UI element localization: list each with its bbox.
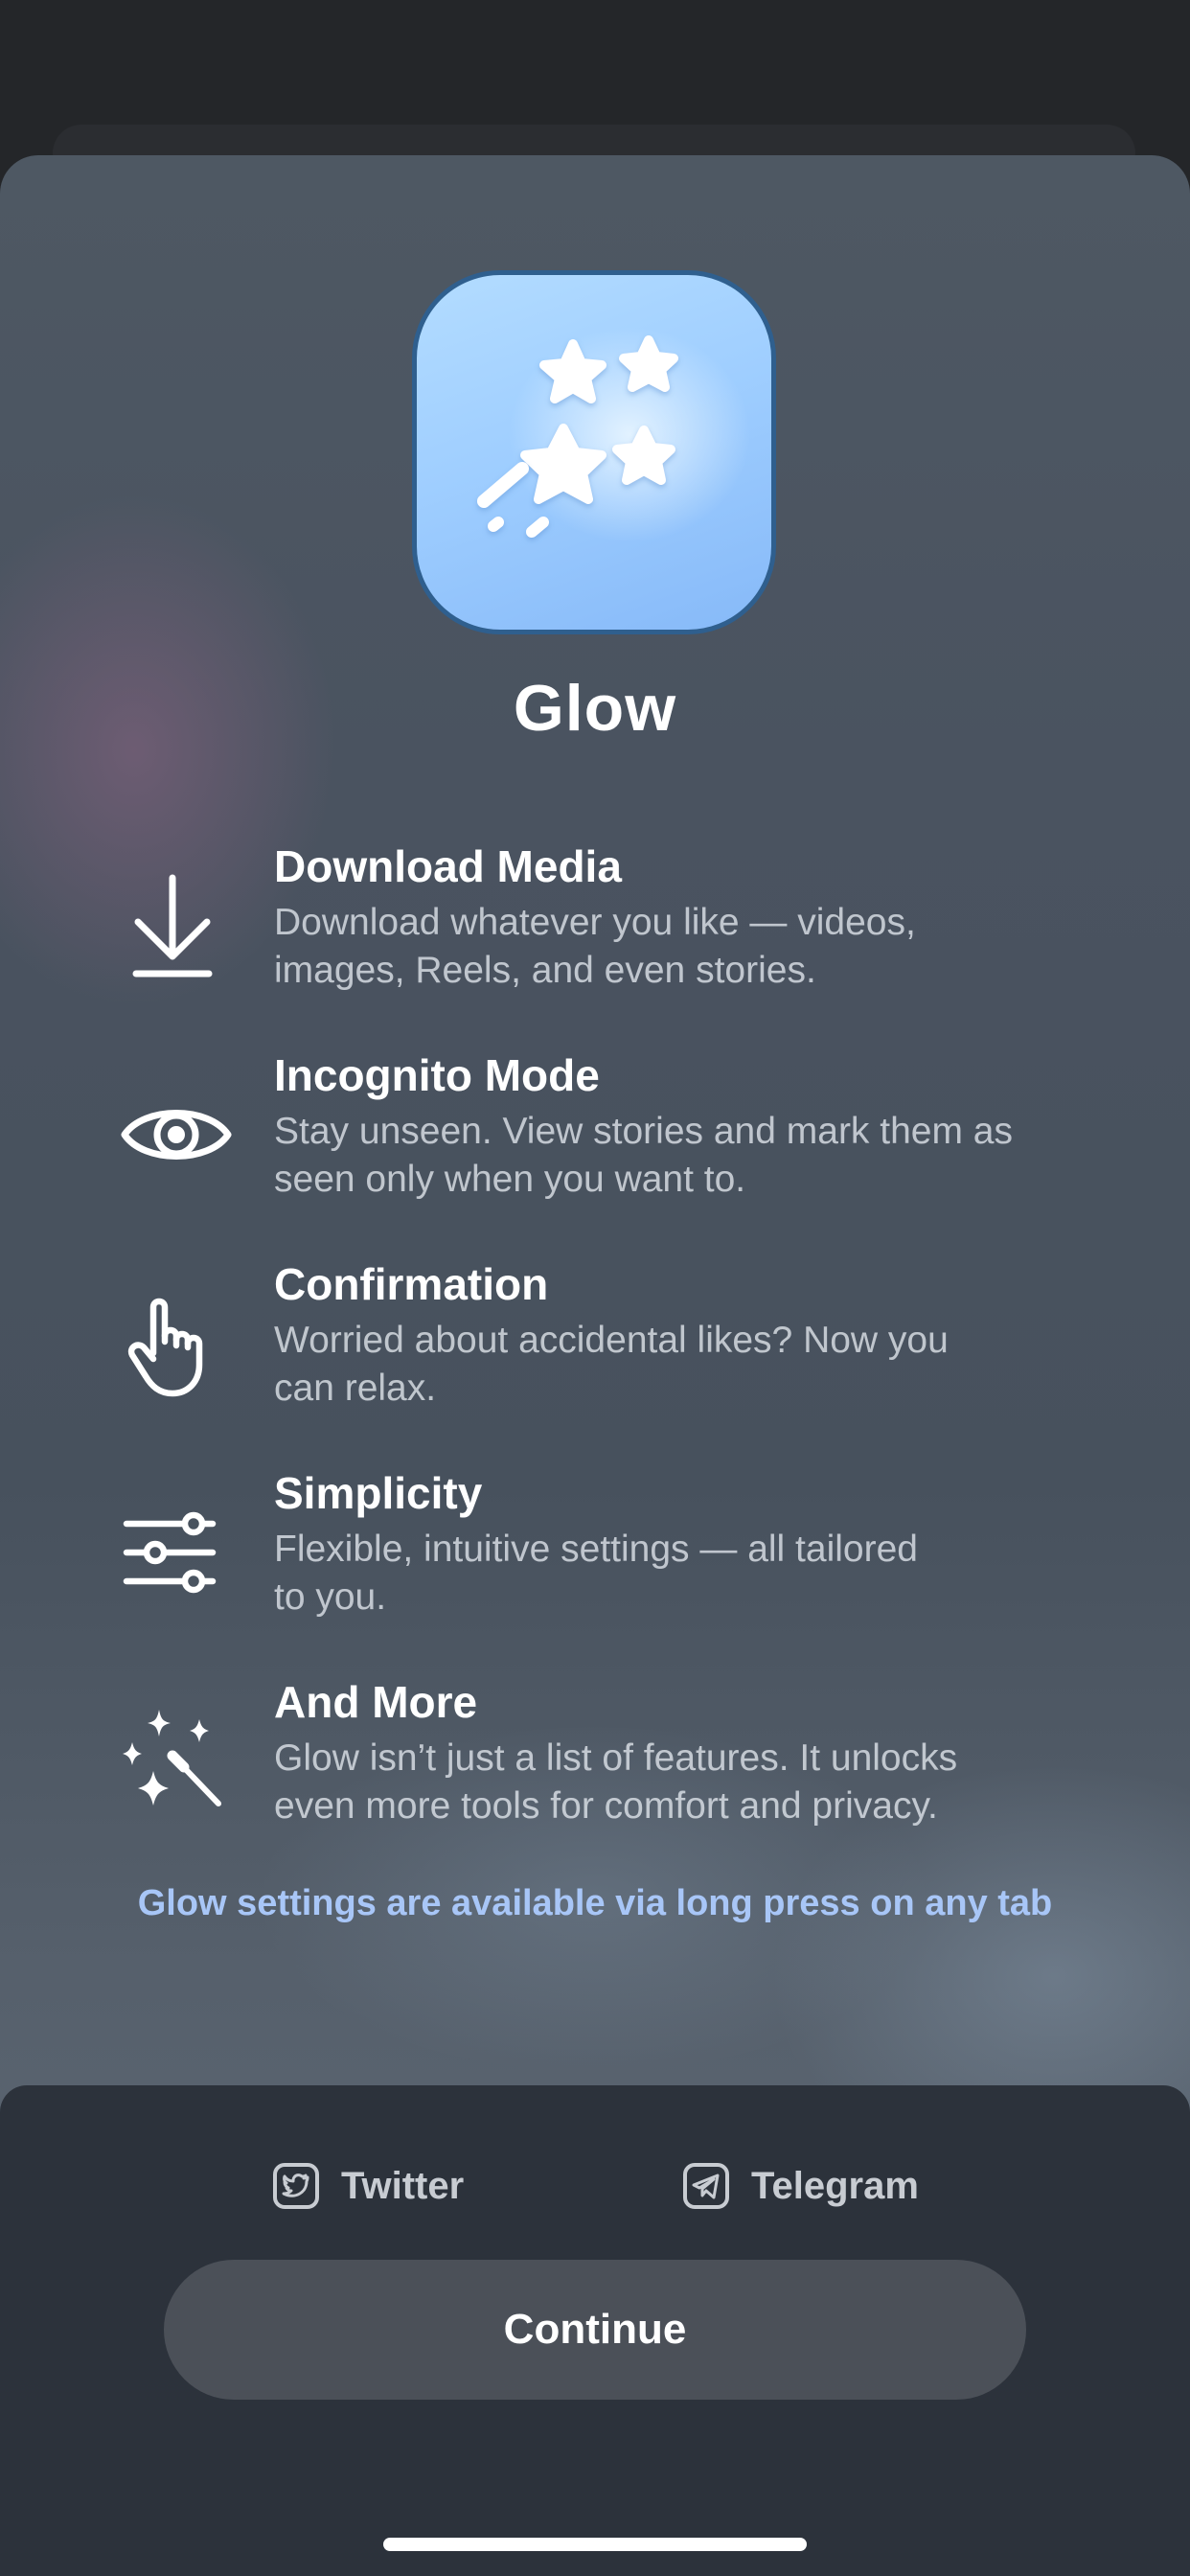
feature-description: Flexible, intuitive settings — all tailo… bbox=[274, 1529, 918, 1618]
feature-simplicity: Simplicity Flexible, intuitive settings … bbox=[0, 1466, 1190, 1658]
twitter-label: Twitter bbox=[341, 2164, 465, 2207]
feature-description: Stay unseen. View stories and mark them … bbox=[274, 1111, 1013, 1200]
magic-wand-icon bbox=[115, 1704, 230, 1819]
hand-pointer-icon bbox=[115, 1286, 230, 1401]
twitter-link[interactable]: Twitter bbox=[272, 2156, 464, 2216]
feature-title: Download Media bbox=[274, 841, 622, 891]
feature-and-more: And More Glow isn’t just a list of featu… bbox=[0, 1675, 1190, 1867]
feature-title: Simplicity bbox=[274, 1468, 483, 1518]
app-icon bbox=[412, 270, 776, 634]
app-title: Glow bbox=[513, 672, 677, 745]
continue-button[interactable]: Continue bbox=[164, 2260, 1026, 2400]
telegram-link[interactable]: Telegram bbox=[682, 2156, 919, 2216]
feature-title: And More bbox=[274, 1677, 478, 1727]
twitter-icon bbox=[273, 2163, 319, 2209]
telegram-icon bbox=[683, 2163, 729, 2209]
feature-confirmation: Confirmation Worried about accidental li… bbox=[0, 1257, 1190, 1449]
settings-hint: Glow settings are available via long pre… bbox=[137, 1883, 1053, 1923]
feature-incognito-mode: Incognito Mode Stay unseen. View stories… bbox=[0, 1048, 1190, 1240]
feature-description: Worried about accidental likes? Now you … bbox=[274, 1320, 949, 1409]
feature-description: Glow isn’t just a list of features. It u… bbox=[274, 1737, 958, 1827]
feature-description: Download whatever you like — videos, ima… bbox=[274, 902, 916, 991]
sliders-icon bbox=[121, 1495, 236, 1610]
feature-download-media: Download Media Download whatever you lik… bbox=[0, 840, 1190, 1031]
telegram-label: Telegram bbox=[751, 2164, 919, 2207]
stars-icon bbox=[477, 335, 678, 538]
feature-title: Incognito Mode bbox=[274, 1050, 600, 1100]
eye-icon bbox=[119, 1077, 234, 1192]
download-icon bbox=[115, 868, 230, 983]
home-indicator bbox=[383, 2538, 807, 2551]
feature-title: Confirmation bbox=[274, 1259, 549, 1309]
